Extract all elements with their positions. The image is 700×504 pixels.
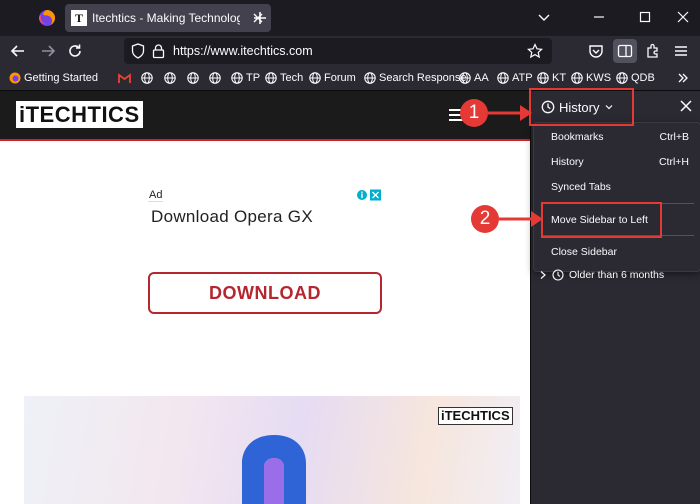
sidebar-switcher-menu: Bookmarks Ctrl+B History Ctrl+H Synced T… — [533, 122, 700, 272]
download-label: DOWNLOAD — [209, 283, 321, 303]
url-text[interactable]: https://www.itechtics.com — [173, 44, 313, 58]
banner-logo: iTECHTICS — [438, 407, 513, 425]
menu-item-label: Bookmarks — [551, 131, 604, 143]
menu-item-label: Synced Tabs — [551, 181, 611, 193]
ad-title[interactable]: Download Opera GX — [151, 207, 313, 227]
firefox-icon[interactable] — [38, 9, 56, 27]
bookmark-atp[interactable]: ATP — [497, 71, 533, 85]
site-logo[interactable]: iTECHTICS — [16, 101, 143, 128]
download-button[interactable]: DOWNLOAD — [148, 272, 382, 314]
bookmark-label: TP — [246, 72, 261, 84]
active-tab[interactable]: T Itechtics - Making Technology Work For… — [65, 4, 271, 32]
tab-strip: T Itechtics - Making Technology Work For… — [0, 0, 700, 36]
bookmark-label: Tech — [280, 72, 304, 84]
new-tab-icon[interactable] — [252, 10, 268, 26]
gmail-icon — [118, 72, 131, 83]
menu-item-bookmarks[interactable]: Bookmarks Ctrl+B — [534, 126, 700, 148]
maximize-icon[interactable] — [638, 10, 652, 24]
bookmark-star-icon[interactable] — [527, 43, 543, 59]
globe-icon — [164, 72, 176, 84]
bookmark-label: Getting Started — [24, 72, 98, 84]
bookmark-globe-3[interactable] — [187, 71, 202, 85]
menu-item-synced-tabs[interactable]: Synced Tabs — [534, 176, 700, 198]
globe-icon — [209, 72, 221, 84]
minimize-icon[interactable] — [592, 10, 606, 24]
globe-icon — [141, 72, 153, 84]
arrow-1-icon — [488, 105, 532, 121]
globe-icon — [265, 72, 277, 84]
sidebar-panel: History Bookmarks Ctrl+B History Ctrl+H … — [530, 91, 700, 504]
bookmark-label: KT — [552, 72, 567, 84]
bookmark-globe-2[interactable] — [164, 71, 179, 85]
bookmark-search-response[interactable]: Search Response — [364, 71, 466, 85]
menu-item-close-sidebar[interactable]: Close Sidebar — [534, 241, 700, 263]
firefox-icon — [9, 72, 21, 84]
bookmark-label: QDB — [631, 72, 655, 84]
globe-icon — [571, 72, 583, 84]
microsoft-365-logo — [220, 433, 328, 504]
address-bar[interactable]: https://www.itechtics.com — [124, 38, 552, 64]
history-group-label: Older than 6 months — [569, 269, 665, 281]
tracking-protection-icon[interactable] — [131, 43, 145, 59]
bookmark-label: AA — [474, 72, 489, 84]
menu-item-label: Close Sidebar — [551, 246, 617, 258]
bookmark-globe-1[interactable] — [141, 71, 156, 85]
close-sidebar-icon[interactable] — [679, 99, 693, 113]
globe-icon — [459, 72, 471, 84]
globe-icon — [231, 72, 243, 84]
step-badge-2: 2 — [471, 205, 499, 233]
ad-choices-icons[interactable] — [356, 189, 382, 201]
highlight-move-sidebar — [541, 202, 662, 238]
menu-item-history[interactable]: History Ctrl+H — [534, 151, 700, 173]
globe-icon — [187, 72, 199, 84]
article-banner-image[interactable]: iTECHTICS — [24, 396, 520, 504]
globe-icon — [497, 72, 509, 84]
bookmark-tp[interactable]: TP — [231, 71, 260, 85]
bookmark-label: KWS — [586, 72, 612, 84]
bookmark-kt[interactable]: KT — [537, 71, 566, 85]
navigation-toolbar: https://www.itechtics.com — [0, 36, 700, 66]
highlight-sidebar-switcher — [529, 88, 634, 126]
step-badge-1: 1 — [460, 99, 488, 127]
list-all-tabs-icon[interactable] — [537, 10, 551, 24]
clock-icon — [552, 269, 564, 281]
forward-icon[interactable] — [40, 43, 56, 59]
sidebar-toggle-button[interactable] — [613, 39, 637, 63]
app-menu-icon[interactable] — [673, 43, 689, 59]
menu-item-shortcut: Ctrl+H — [658, 156, 689, 168]
menu-item-label: History — [551, 156, 584, 168]
globe-icon — [616, 72, 628, 84]
reload-icon[interactable] — [67, 43, 83, 59]
history-group-older[interactable]: Older than 6 months — [539, 269, 664, 281]
bookmark-forum[interactable]: Forum — [309, 71, 356, 85]
bookmark-gmail[interactable] — [118, 71, 134, 85]
extensions-icon[interactable] — [645, 43, 661, 59]
bookmark-globe-4[interactable] — [209, 71, 224, 85]
bookmark-tech[interactable]: Tech — [265, 71, 303, 85]
close-window-icon[interactable] — [676, 10, 690, 24]
site-header: iTECHTICS — [0, 91, 530, 141]
tab-favicon: T — [71, 10, 87, 26]
sidebar-icon — [617, 43, 633, 59]
lock-icon[interactable] — [152, 43, 165, 59]
bookmark-label: ATP — [512, 72, 533, 84]
tab-title: Itechtics - Making Technology Work For Y… — [92, 11, 240, 25]
globe-icon — [309, 72, 321, 84]
back-icon[interactable] — [10, 43, 26, 59]
globe-icon — [364, 72, 376, 84]
chevron-right-icon — [540, 271, 546, 279]
ad-label: Ad — [148, 189, 164, 202]
bookmark-getting-started[interactable]: Getting Started — [9, 71, 98, 85]
arrow-2-icon — [499, 211, 543, 227]
bookmark-aa[interactable]: AA — [459, 71, 489, 85]
bookmark-qdb[interactable]: QDB — [616, 71, 655, 85]
bookmark-label: Forum — [324, 72, 356, 84]
pocket-icon[interactable] — [588, 43, 604, 59]
web-content: iTECHTICS Ad Download Opera GX DOWNLOAD … — [0, 91, 530, 504]
bookmarks-overflow-icon[interactable] — [677, 72, 689, 84]
menu-item-shortcut: Ctrl+B — [659, 131, 689, 143]
bookmark-kws[interactable]: KWS — [571, 71, 611, 85]
bookmark-label: Search Response — [379, 72, 467, 84]
globe-icon — [537, 72, 549, 84]
